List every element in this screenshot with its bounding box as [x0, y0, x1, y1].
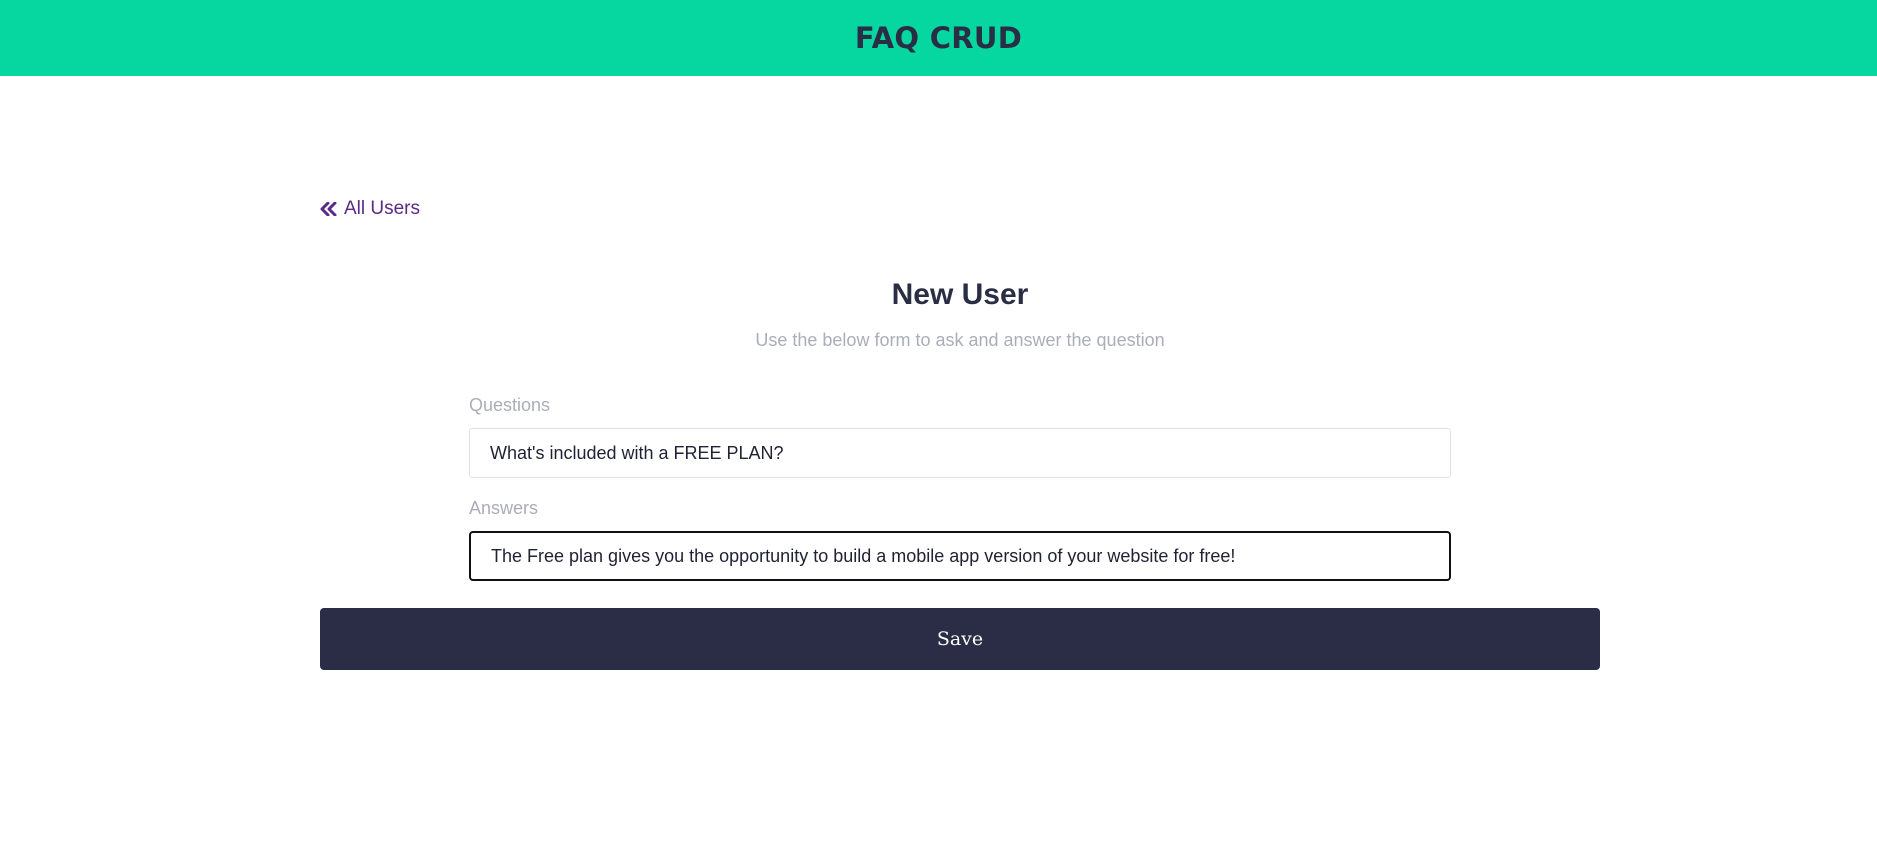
app-title: FAQ CRUD [854, 21, 1023, 55]
questions-input[interactable] [469, 428, 1451, 478]
save-button[interactable]: Save [320, 608, 1600, 670]
answers-input[interactable] [469, 531, 1451, 581]
answers-label: Answers [469, 498, 539, 518]
back-link-label: All Users [344, 198, 421, 219]
all-users-back-link[interactable]: All Users [320, 198, 420, 220]
page-title: New User [891, 278, 1029, 311]
double-chevron-left-icon [320, 202, 338, 216]
top-header-bar: FAQ CRUD [0, 0, 1877, 76]
page-subtitle: Use the below form to ask and answer the… [755, 330, 1165, 350]
questions-label: Questions [469, 395, 551, 415]
